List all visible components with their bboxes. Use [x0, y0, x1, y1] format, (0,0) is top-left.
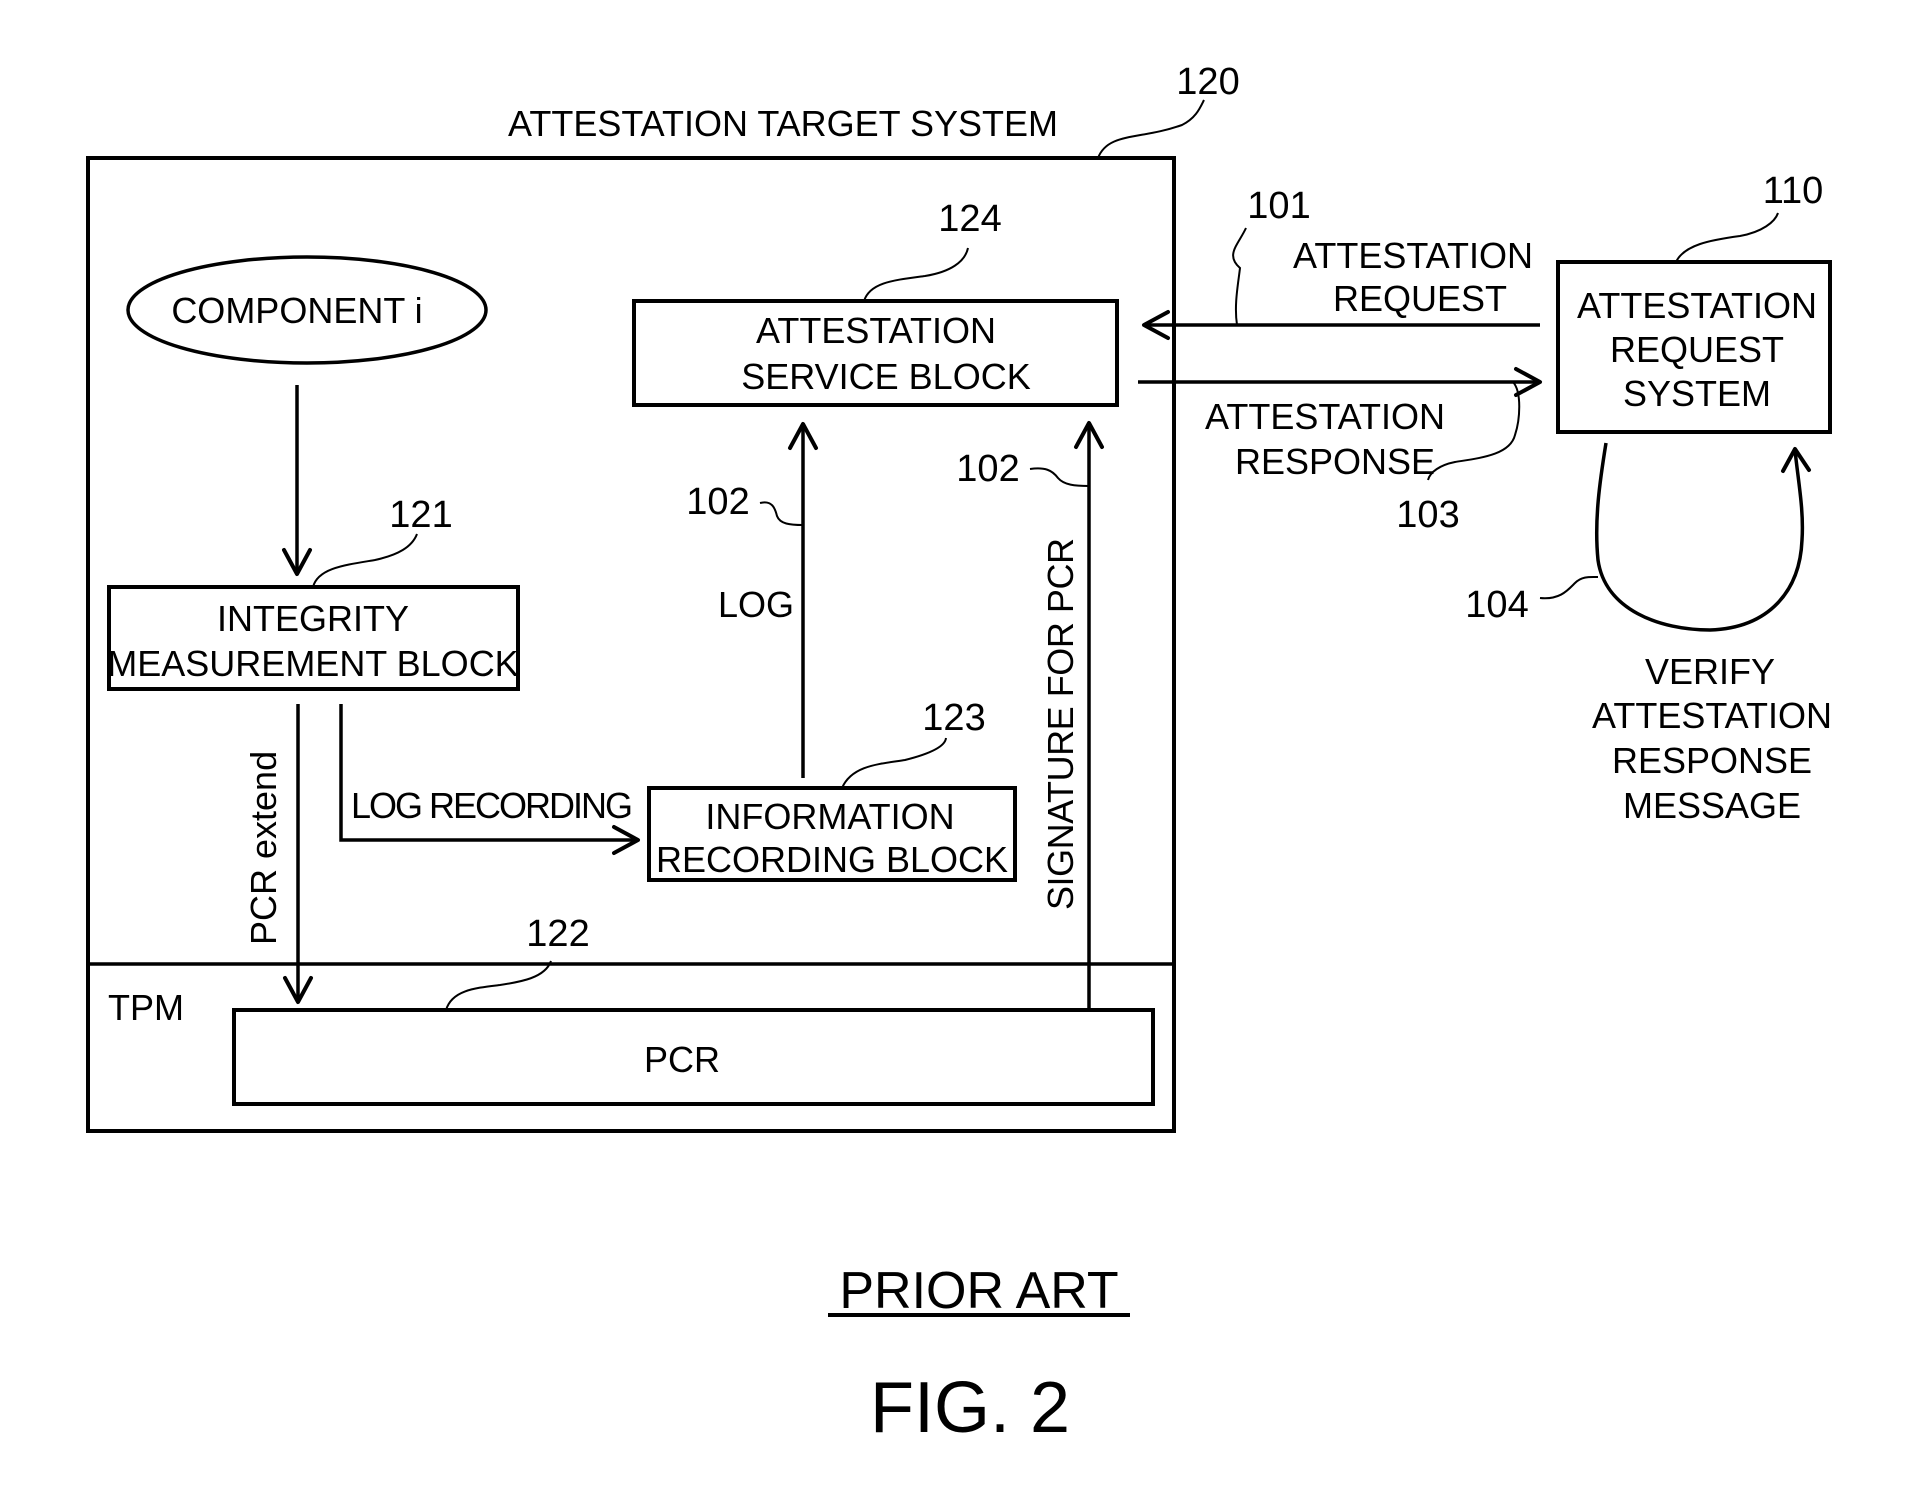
integrity-ref: 121 — [389, 494, 452, 536]
target-system-leader — [1097, 99, 1205, 159]
verify-line-4: MESSAGE — [1623, 785, 1801, 826]
request-leader — [1232, 227, 1247, 326]
request-system-leader — [1675, 212, 1779, 263]
component-node: COMPONENT i — [126, 255, 488, 365]
request-system-line-2: REQUEST — [1610, 329, 1784, 370]
figure-caption: PRIOR ART FIG. 2 — [828, 1262, 1130, 1448]
verify-ref: 104 — [1465, 584, 1528, 626]
request-line-2: REQUEST — [1333, 278, 1507, 319]
info-ref: 123 — [922, 697, 985, 739]
verify-leader — [1539, 575, 1599, 600]
pcr-label: PCR — [644, 1039, 720, 1080]
figure-number: FIG. 2 — [870, 1368, 1070, 1448]
signature-ref: 102 — [956, 448, 1019, 490]
verify-line-3: RESPONSE — [1612, 740, 1812, 781]
pcr-ref: 122 — [526, 913, 589, 955]
integrity-line-1: INTEGRITY — [217, 598, 409, 639]
target-system-title: ATTESTATION TARGET SYSTEM — [508, 103, 1058, 144]
signature-label: SIGNATURE FOR PCR — [1040, 538, 1081, 910]
arrow-attestation-request: ATTESTATION REQUEST 101 — [1142, 185, 1540, 340]
service-line-2: SERVICE BLOCK — [741, 356, 1030, 397]
arrow-attestation-response: ATTESTATION RESPONSE 103 — [1138, 367, 1542, 536]
attestation-request-system: ATTESTATION REQUEST SYSTEM 110 — [1556, 170, 1832, 434]
request-system-line-1: ATTESTATION — [1577, 285, 1817, 326]
verify-line-2: ATTESTATION — [1592, 695, 1832, 736]
request-line-1: ATTESTATION — [1293, 235, 1533, 276]
component-label: COMPONENT i — [171, 290, 422, 331]
verify-loop: 104 VERIFY ATTESTATION RESPONSE MESSAGE — [1465, 442, 1832, 826]
prior-art-label: PRIOR ART — [839, 1262, 1118, 1320]
attestation-diagram: ATTESTATION TARGET SYSTEM 120 TPM COMPON… — [86, 61, 1832, 1448]
info-line-2: RECORDING BLOCK — [656, 839, 1008, 880]
request-ref: 101 — [1247, 185, 1310, 227]
service-line-1: ATTESTATION — [756, 310, 996, 351]
response-ref: 103 — [1396, 494, 1459, 536]
target-system-ref: 120 — [1176, 61, 1239, 103]
request-system-ref: 110 — [1763, 170, 1824, 212]
response-line-1: ATTESTATION — [1205, 396, 1445, 437]
tpm-label: TPM — [108, 987, 184, 1028]
log-recording-label: LOG RECORDING — [351, 785, 633, 826]
info-line-1: INFORMATION — [705, 796, 954, 837]
service-ref: 124 — [938, 198, 1001, 240]
verify-line-1: VERIFY — [1645, 651, 1775, 692]
response-line-2: RESPONSE — [1235, 441, 1435, 482]
log-label: LOG — [718, 584, 794, 625]
integrity-line-2: MEASUREMENT BLOCK — [107, 643, 518, 684]
verify-loop-curve — [1594, 442, 1805, 632]
log-ref: 102 — [686, 481, 749, 523]
request-system-line-3: SYSTEM — [1623, 373, 1771, 414]
pcr-extend-label: PCR extend — [243, 751, 284, 945]
